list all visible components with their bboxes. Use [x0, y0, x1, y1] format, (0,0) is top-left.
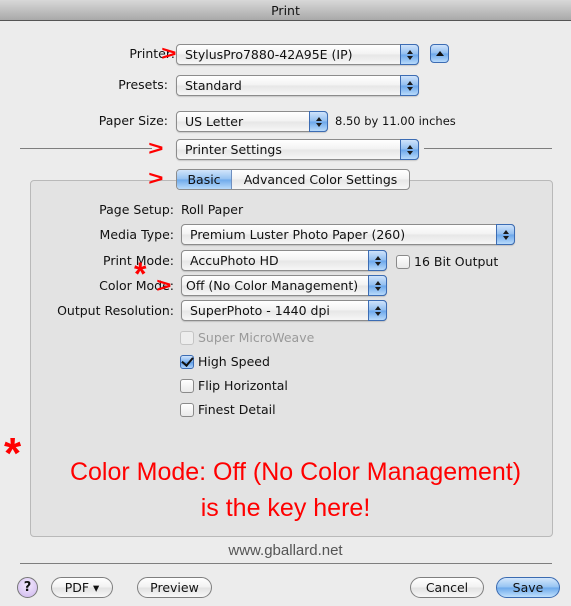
finest-detail-label: Finest Detail	[198, 402, 276, 417]
help-button[interactable]: ?	[17, 577, 38, 598]
paper-size-label: Paper Size:	[98, 113, 168, 128]
high-speed-label: High Speed	[198, 354, 270, 369]
separator-right	[424, 148, 552, 149]
annotation-arrow-panel: >	[148, 138, 164, 160]
popup-arrows-icon	[400, 139, 419, 160]
sixteen-bit-checkbox[interactable]	[396, 255, 410, 269]
separator-left	[20, 148, 152, 149]
watermark: www.gballard.net	[228, 542, 343, 559]
popup-arrows-icon	[400, 75, 419, 96]
annotation-star-color-mode: *	[134, 256, 147, 292]
tab-control: Basic Advanced Color Settings	[176, 169, 410, 190]
super-microweave-checkbox[interactable]	[180, 331, 194, 345]
popup-arrows-icon	[309, 111, 328, 132]
media-type-popup[interactable]: Premium Luster Photo Paper (260)	[181, 224, 515, 245]
flip-horizontal-checkbox[interactable]	[180, 379, 194, 393]
footer-separator	[20, 563, 552, 564]
print-mode-value: AccuPhoto HD	[190, 253, 279, 268]
panel-selector-popup[interactable]: Printer Settings	[176, 139, 419, 160]
triangle-up-icon	[436, 51, 444, 56]
annotation-arrow-color-mode: >	[156, 275, 172, 297]
preview-button[interactable]: Preview	[137, 577, 212, 598]
annotation-line-1: Color Mode: Off (No Color Management)	[69, 458, 522, 486]
annotation-arrow-printer: >	[161, 43, 177, 65]
popup-arrows-icon	[400, 44, 419, 65]
paper-dimensions: 8.50 by 11.00 inches	[335, 114, 456, 128]
high-speed-checkbox[interactable]	[180, 355, 194, 369]
page-setup-value: Roll Paper	[181, 202, 244, 217]
media-type-value: Premium Luster Photo Paper (260)	[190, 227, 406, 242]
sixteen-bit-label: 16 Bit Output	[414, 254, 499, 269]
popup-arrows-icon	[368, 250, 387, 271]
pdf-menu-button[interactable]: PDF ▾	[51, 577, 113, 598]
tab-advanced-color-settings[interactable]: Advanced Color Settings	[232, 170, 409, 189]
printer-value: StylusPro7880-42A95E (IP)	[185, 47, 353, 62]
page-setup-label: Page Setup:	[99, 202, 174, 217]
window-titlebar: Print	[0, 0, 571, 21]
paper-size-popup[interactable]: US Letter	[176, 111, 328, 132]
color-mode-popup[interactable]: Off (No Color Management)	[181, 275, 387, 296]
panel-selector-value: Printer Settings	[185, 142, 282, 157]
output-resolution-popup[interactable]: SuperPhoto - 1440 dpi	[181, 300, 387, 321]
print-mode-popup[interactable]: AccuPhoto HD	[181, 250, 387, 271]
super-microweave-label: Super MicroWeave	[198, 330, 315, 345]
flip-horizontal-label: Flip Horizontal	[198, 378, 288, 393]
presets-label: Presets:	[118, 77, 168, 92]
popup-arrows-icon	[496, 224, 515, 245]
window-title: Print	[271, 3, 300, 18]
presets-popup[interactable]: Standard	[176, 75, 419, 96]
save-button[interactable]: Save	[496, 577, 560, 598]
annotation-line-2: is the key here!	[200, 494, 371, 522]
cancel-button[interactable]: Cancel	[410, 577, 484, 598]
collapse-dialog-button[interactable]	[430, 44, 449, 63]
color-mode-value: Off (No Color Management)	[186, 278, 359, 293]
popup-arrows-icon	[368, 300, 387, 321]
paper-size-value: US Letter	[185, 114, 244, 129]
popup-arrows-icon	[368, 275, 387, 296]
media-type-label: Media Type:	[99, 227, 174, 242]
presets-value: Standard	[185, 78, 242, 93]
printer-popup[interactable]: StylusPro7880-42A95E (IP)	[176, 44, 419, 65]
annotation-arrow-tabs: >	[148, 168, 164, 190]
output-resolution-label: Output Resolution:	[57, 303, 174, 318]
finest-detail-checkbox[interactable]	[180, 403, 194, 417]
output-resolution-value: SuperPhoto - 1440 dpi	[190, 303, 330, 318]
tab-basic[interactable]: Basic	[177, 170, 232, 189]
